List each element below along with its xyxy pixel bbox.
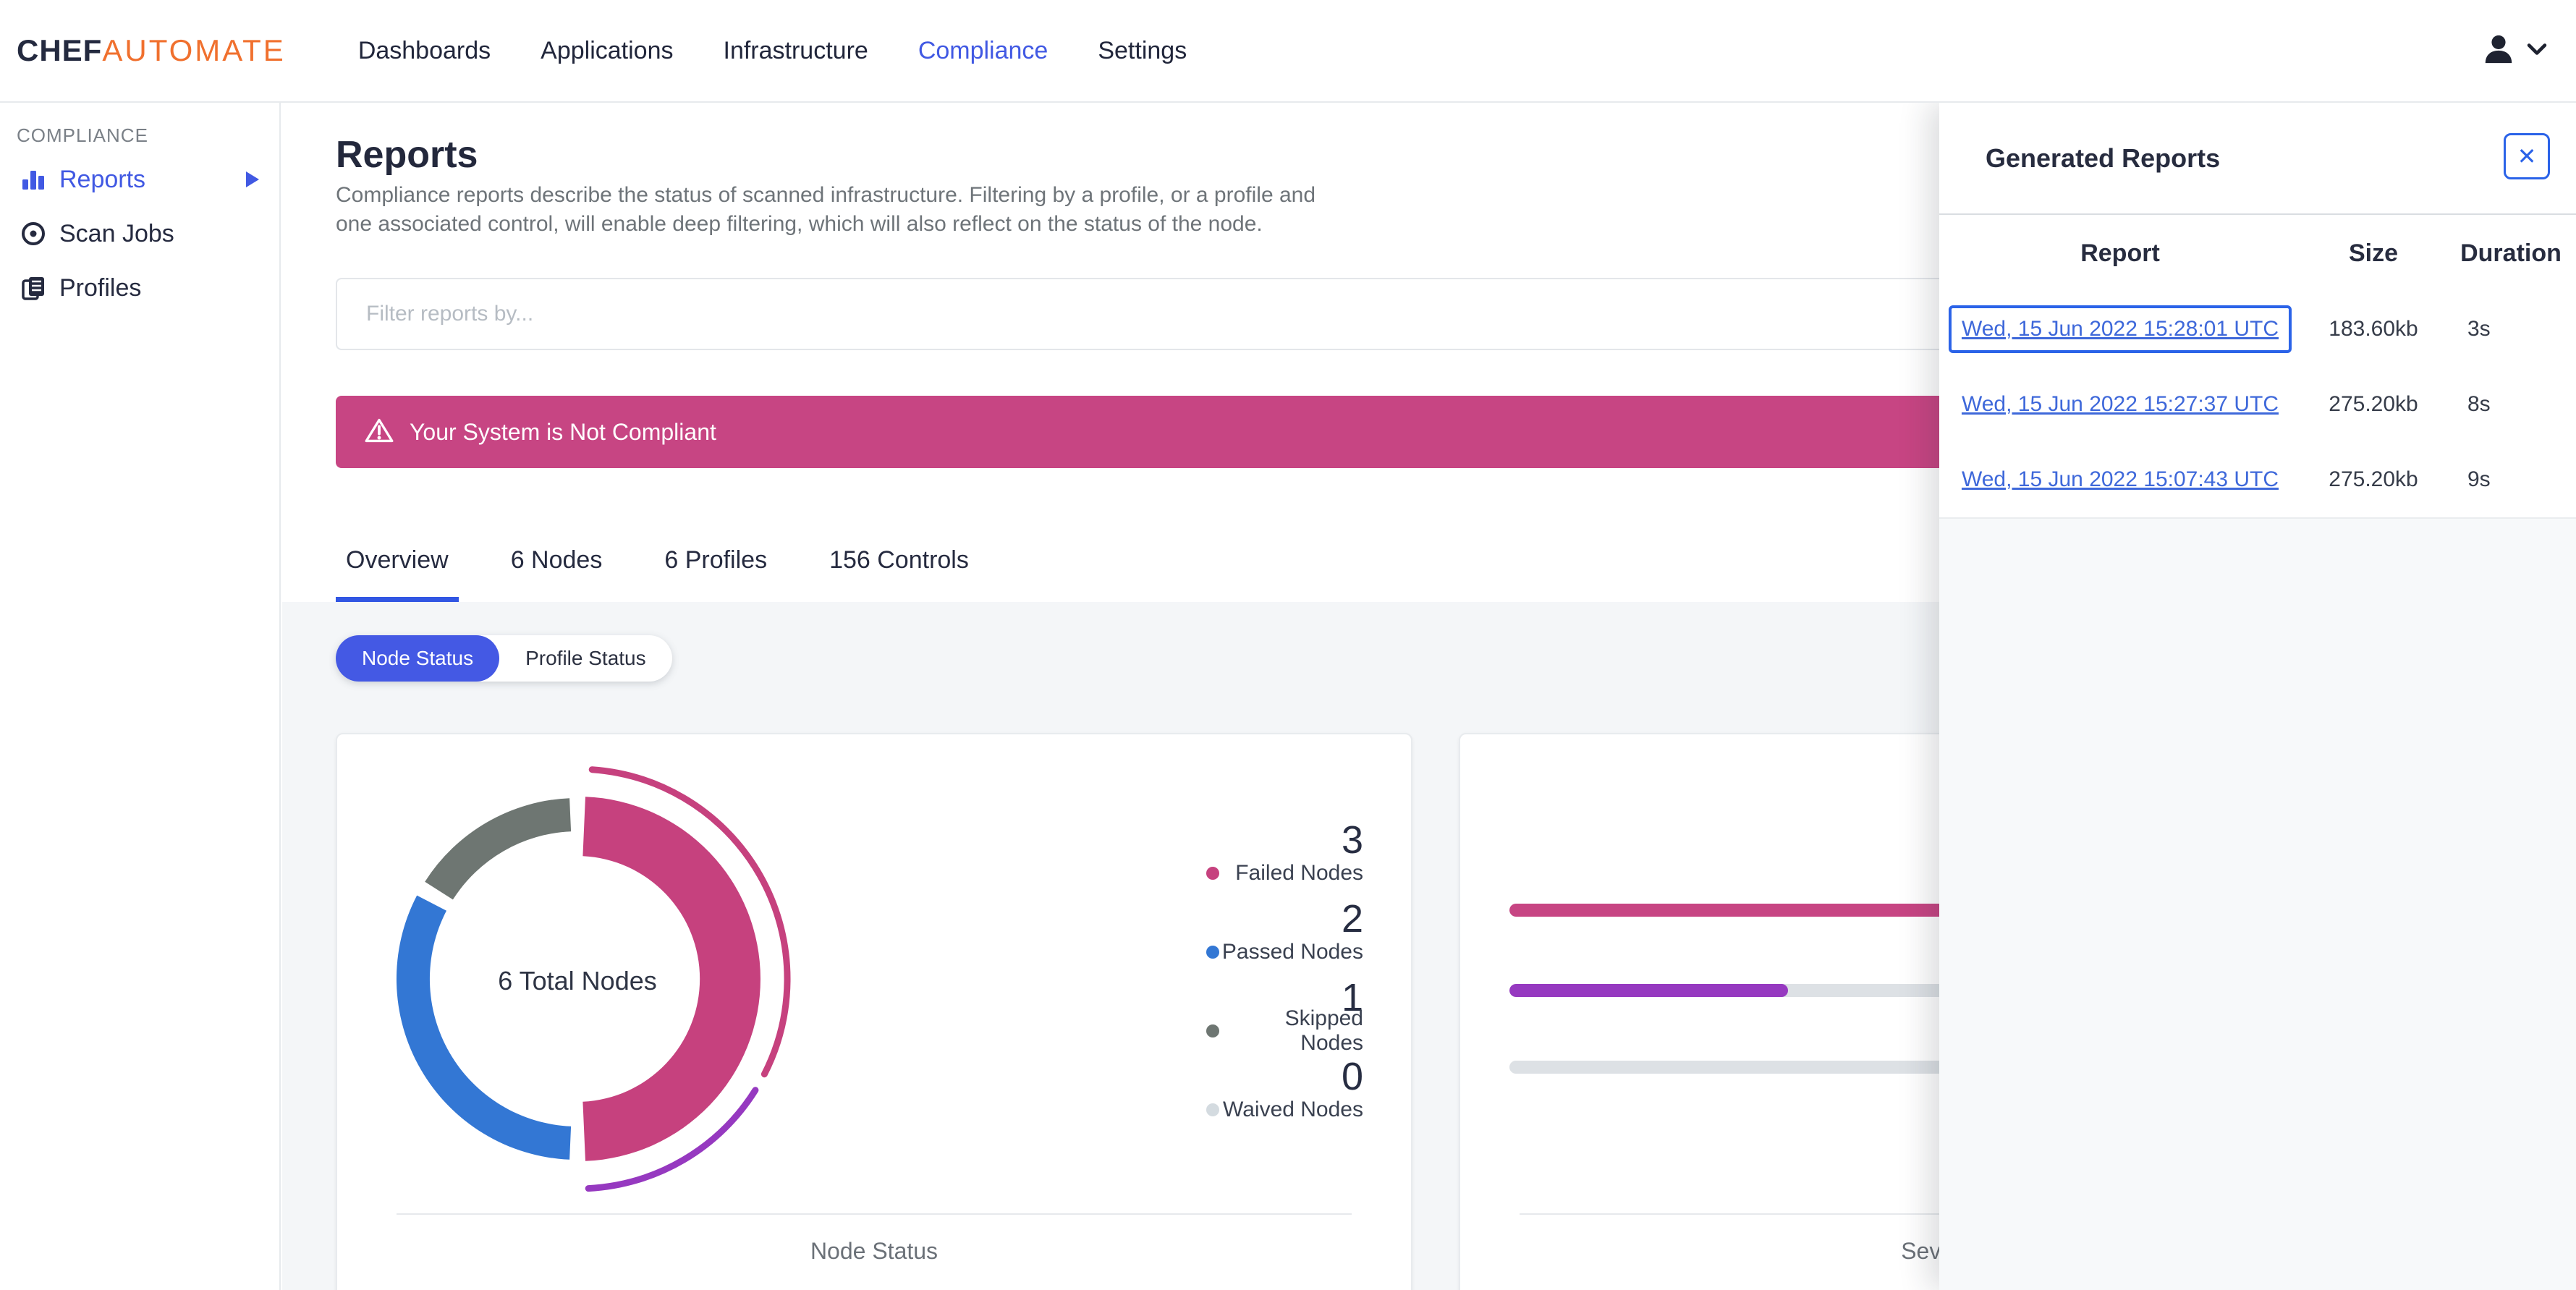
table-row-duration-cell: 8s: [2467, 392, 2491, 416]
compliance-sidebar: COMPLIANCE Reports Scan Jobs Profiles: [0, 103, 281, 1290]
table-row-size-cell: 275.20kb: [2329, 392, 2418, 416]
page-description-line1: Compliance reports describe the status o…: [336, 183, 1316, 207]
nav-item-settings[interactable]: Settings: [1098, 37, 1187, 65]
sidebar-item-label: Scan Jobs: [59, 219, 174, 247]
user-icon: [2482, 33, 2515, 69]
column-header-duration: Duration: [2460, 239, 2562, 267]
page-title: Reports: [336, 134, 478, 176]
toggle-profile-status[interactable]: Profile Status: [499, 635, 672, 682]
panel-title: Generated Reports: [1986, 143, 2221, 173]
panel-header: Generated Reports ✕: [1939, 103, 2576, 215]
warning-icon: [365, 417, 394, 447]
bar-chart-icon: [19, 165, 52, 194]
sidebar-section-label: COMPLIANCE: [17, 124, 148, 146]
documents-icon: [19, 273, 52, 302]
tab-nodes[interactable]: 6 Nodes: [501, 546, 613, 602]
card-divider: [397, 1213, 1352, 1215]
focused-report-link-box: Wed, 15 Jun 2022 15:28:01 UTC: [1948, 305, 2292, 353]
failed-dot-icon: [1206, 867, 1219, 880]
legend-label: Skipped Nodes: [1284, 1006, 1363, 1055]
chef-automate-logo[interactable]: CHEF AUTOMATE: [17, 33, 286, 68]
sidebar-item-label: Reports: [59, 165, 146, 193]
page-description: Compliance reports describe the status o…: [336, 181, 1315, 239]
nav-item-compliance[interactable]: Compliance: [918, 37, 1048, 65]
sidebar-item-reports[interactable]: Reports: [0, 158, 281, 201]
passed-count: 2: [1341, 897, 1363, 941]
waived-count: 0: [1341, 1055, 1363, 1098]
report-tabs: Overview 6 Nodes 6 Profiles 156 Controls: [336, 546, 979, 602]
passed-dot-icon: [1206, 946, 1219, 959]
skipped-dot-icon: [1206, 1024, 1219, 1037]
tab-controls[interactable]: 156 Controls: [819, 546, 979, 602]
legend-label: Failed Nodes: [1235, 861, 1363, 885]
alert-text: Your System is Not Compliant: [410, 418, 716, 445]
table-row-report-cell: Wed, 15 Jun 2022 15:07:43 UTC: [1939, 442, 2301, 517]
legend-item-waived: 0 Waived Nodes: [1206, 1056, 1363, 1121]
table-row-duration-cell: 3s: [2467, 317, 2491, 341]
column-header-size: Size: [2348, 239, 2399, 267]
table-row-size-cell: 183.60kb: [2329, 317, 2418, 341]
toggle-node-status[interactable]: Node Status: [336, 635, 500, 682]
nav-item-dashboards[interactable]: Dashboards: [358, 37, 491, 65]
primary-nav: Dashboards Applications Infrastructure C…: [358, 37, 1187, 65]
user-menu[interactable]: [2482, 33, 2547, 69]
chevron-down-icon: [2527, 43, 2547, 59]
tab-overview[interactable]: Overview: [336, 546, 459, 602]
node-status-card: 6 Total Nodes 3 Failed Nodes 2 Passed No…: [336, 733, 1412, 1290]
legend-item-passed: 2 Passed Nodes: [1206, 899, 1363, 964]
nav-item-infrastructure[interactable]: Infrastructure: [724, 37, 868, 65]
legend-item-skipped: 1 Skipped Nodes: [1206, 977, 1363, 1055]
report-link[interactable]: Wed, 15 Jun 2022 15:27:37 UTC: [1962, 392, 2279, 417]
generated-reports-panel: Generated Reports ✕ Report Size Duration…: [1939, 103, 2576, 1290]
close-icon[interactable]: ✕: [2504, 133, 2550, 179]
status-toggle: Node Status Profile Status: [336, 635, 672, 682]
sidebar-item-label: Profiles: [59, 273, 142, 302]
donut-center-label: 6 Total Nodes: [498, 966, 657, 996]
generated-reports-table: Report Size Duration Wed, 15 Jun 2022 15…: [1939, 215, 2576, 517]
node-status-chart-title: Node Status: [810, 1238, 939, 1264]
logo-chef-text: CHEF: [17, 33, 103, 67]
report-link[interactable]: Wed, 15 Jun 2022 15:07:43 UTC: [1962, 467, 2279, 492]
failed-count: 3: [1341, 818, 1363, 862]
table-row-report-cell: Wed, 15 Jun 2022 15:27:37 UTC: [1939, 367, 2301, 442]
report-link[interactable]: Wed, 15 Jun 2022 15:28:01 UTC: [1962, 317, 2279, 341]
page-description-line2: one associated control, will enable deep…: [336, 212, 1263, 236]
table-row-report-cell: Wed, 15 Jun 2022 15:28:01 UTC: [1939, 292, 2301, 367]
waived-dot-icon: [1206, 1103, 1219, 1116]
top-navigation: CHEF AUTOMATE Dashboards Applications In…: [0, 0, 2576, 103]
tab-profiles[interactable]: 6 Profiles: [654, 546, 777, 602]
logo-automate-text: AUTOMATE: [102, 33, 286, 67]
column-header-report: Report: [2080, 239, 2160, 267]
legend-label: Passed Nodes: [1221, 940, 1363, 964]
table-row-size-cell: 275.20kb: [2329, 467, 2418, 491]
legend-item-failed: 3 Failed Nodes: [1206, 820, 1363, 885]
sidebar-item-profiles[interactable]: Profiles: [0, 266, 281, 310]
sidebar-item-scan-jobs[interactable]: Scan Jobs: [0, 212, 281, 255]
node-status-legend: 3 Failed Nodes 2 Passed Nodes 1 Skipped …: [1206, 820, 1363, 1135]
panel-footer-area: [1939, 517, 2576, 1290]
radar-icon: [19, 219, 52, 248]
legend-label: Waived Nodes: [1223, 1098, 1363, 1121]
nav-item-applications[interactable]: Applications: [541, 37, 673, 65]
chevron-right-icon: [245, 170, 260, 189]
table-row-duration-cell: 9s: [2467, 467, 2491, 491]
